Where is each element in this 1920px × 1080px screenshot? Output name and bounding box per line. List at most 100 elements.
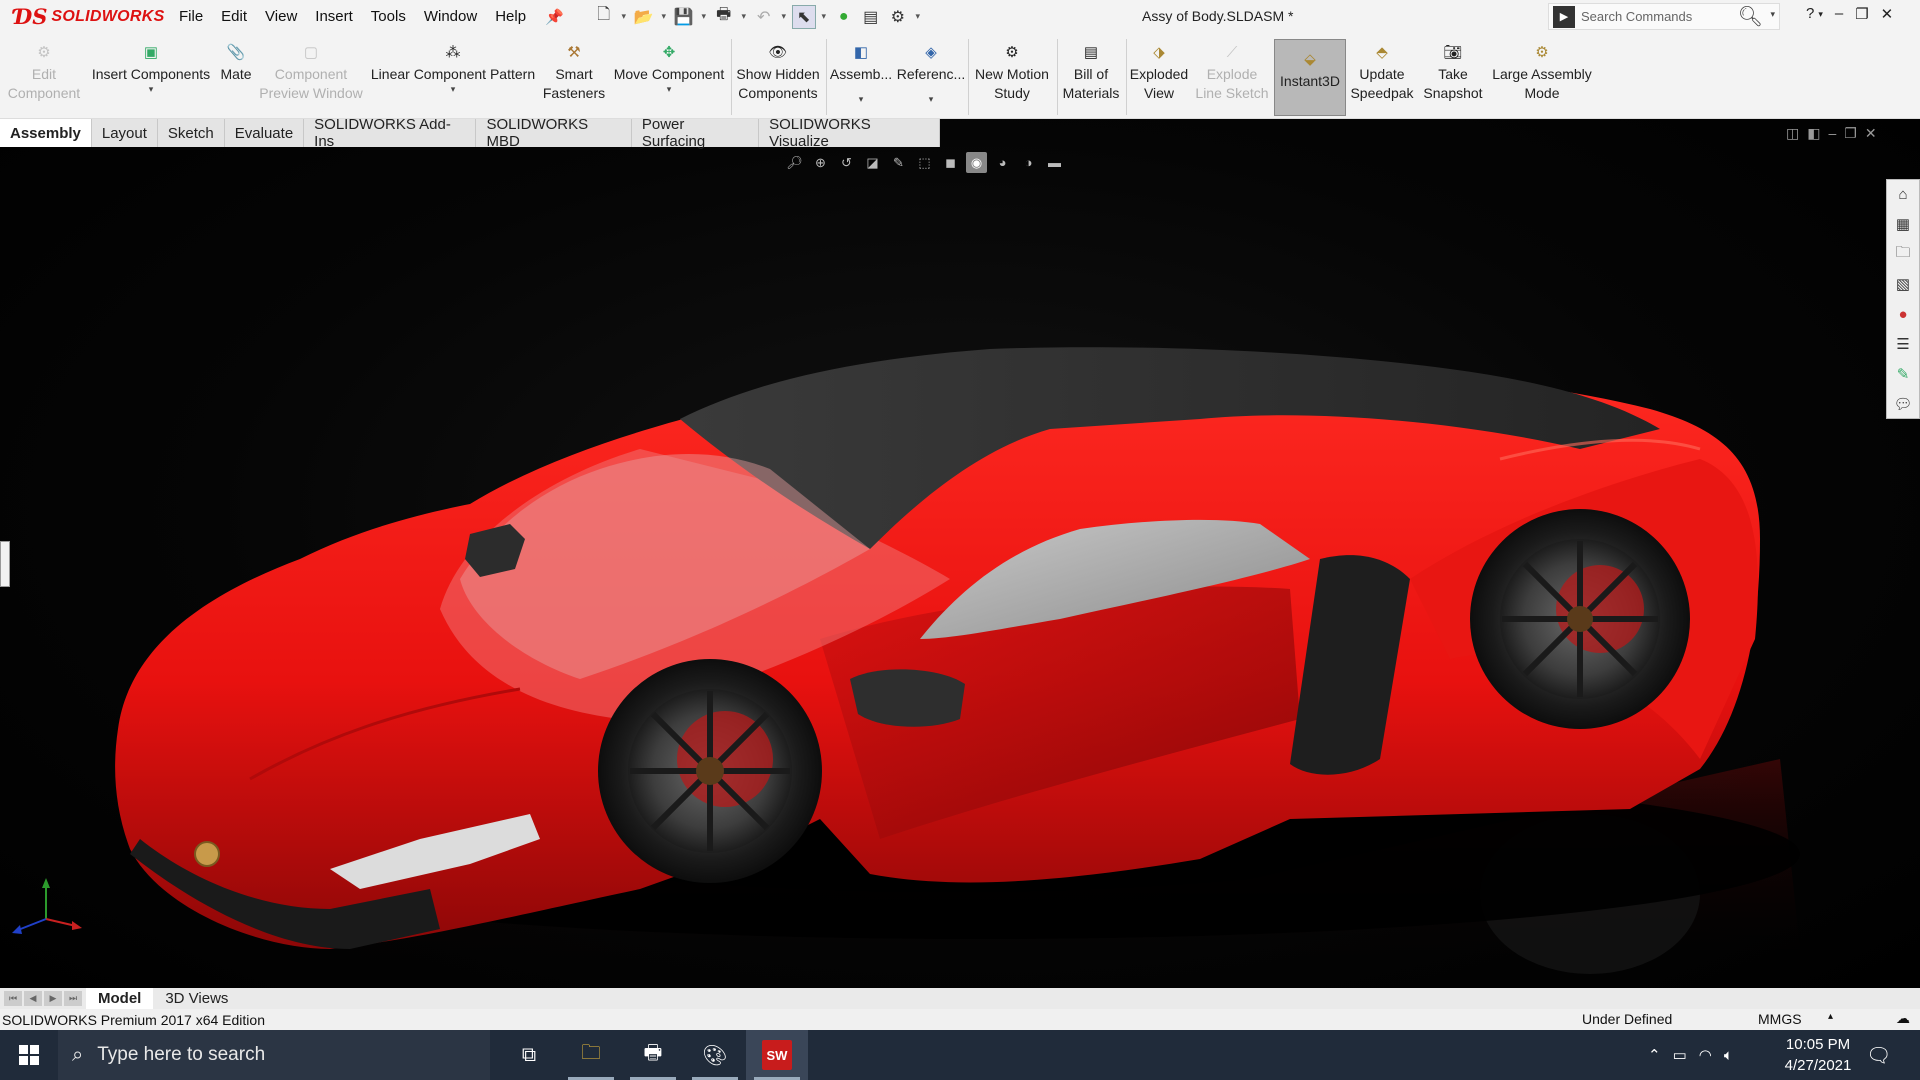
save-icon[interactable]: 💾 xyxy=(672,5,696,29)
volume-icon[interactable]: 🔈︎ xyxy=(1724,1047,1733,1064)
undo-dropdown[interactable]: ▾ xyxy=(779,11,789,22)
taskbar-clock[interactable]: 10:05 PM 4/27/2021 xyxy=(1778,1034,1858,1076)
solidworks-logo[interactable]: ƊS SOLIDWORKS xyxy=(0,0,164,33)
solidworks-badge: SW xyxy=(762,1040,792,1070)
reference-geometry-dropdown[interactable]: ▾ xyxy=(929,94,934,104)
first-tab-icon[interactable]: ⏮ xyxy=(4,991,22,1006)
component-preview-label: Component Preview Window xyxy=(259,66,363,101)
bill-of-materials-label: Bill of Materials xyxy=(1062,66,1120,101)
prev-tab-icon[interactable]: ◀ xyxy=(24,991,42,1006)
undo-icon[interactable]: ↶ xyxy=(752,5,776,29)
help-icon[interactable]: ? xyxy=(1806,5,1814,23)
bill-of-materials-button[interactable]: ▤ Bill of Materials xyxy=(1058,33,1124,119)
take-snapshot-button[interactable]: 📷︎ Take Snapshot xyxy=(1418,33,1488,119)
new-motion-study-button[interactable]: ⚙ New Motion Study xyxy=(970,33,1054,119)
taskbar-search-input[interactable]: Type here to search xyxy=(97,1044,265,1066)
rebuild-status-icon[interactable]: ☁ xyxy=(1896,1010,1910,1027)
save-dropdown[interactable]: ▾ xyxy=(699,11,709,22)
motion-study-icon: ⚙ xyxy=(1005,43,1019,61)
insert-components-dropdown[interactable]: ▾ xyxy=(149,84,154,94)
menu-file[interactable]: File xyxy=(170,8,212,25)
assembly-features-button[interactable]: ◧ Assemb... ▾ xyxy=(830,33,892,119)
explode-line-sketch-icon: ⟋ xyxy=(1226,43,1238,61)
unit-system[interactable]: MMGS xyxy=(1758,1011,1802,1027)
explode-line-sketch-button[interactable]: ⟋ Explode Line Sketch xyxy=(1192,33,1272,119)
file-explorer-icon[interactable]: 🗀 xyxy=(560,1030,622,1080)
print-dropdown[interactable]: ▾ xyxy=(739,11,749,22)
select-pointer-icon[interactable]: ⬉ xyxy=(791,4,816,29)
search-input[interactable]: Search Commands xyxy=(1581,9,1692,24)
insert-components-button[interactable]: ▣ Insert Components ▾ xyxy=(88,33,214,119)
graphics-area[interactable]: Assembly Layout Sketch Evaluate SOLIDWOR… xyxy=(0,119,1920,988)
tab-model[interactable]: Model xyxy=(86,988,154,1009)
printer-app-icon[interactable]: 🖶 xyxy=(622,1030,684,1080)
edition-label: SOLIDWORKS Premium 2017 x64 Edition xyxy=(2,1011,265,1028)
toolbar-separator xyxy=(968,39,969,115)
restore-icon[interactable]: ❐ xyxy=(1855,5,1868,23)
component-preview-window-button[interactable]: ▢ Component Preview Window xyxy=(258,33,364,119)
windows-taskbar: ⌕ Type here to search ⧉ 🗀 🖶 🎨︎ SW ⌃ ▭ ◠ … xyxy=(0,1030,1920,1080)
close-icon[interactable]: ✕ xyxy=(1881,5,1894,23)
edit-component-button[interactable]: ⚙ Edit Component xyxy=(4,33,84,119)
file-properties-icon[interactable]: ▤ xyxy=(859,5,883,29)
mate-button[interactable]: 📎 Mate xyxy=(214,33,258,119)
rear-wheel xyxy=(1470,509,1690,729)
move-component-button[interactable]: ✥ Move Component ▾ xyxy=(610,33,728,119)
rebuild-icon[interactable]: ● xyxy=(832,5,856,29)
large-assembly-mode-button[interactable]: ⚙ Large Assembly Mode xyxy=(1490,33,1594,119)
assembly-features-dropdown[interactable]: ▾ xyxy=(859,94,864,104)
tab-3d-views[interactable]: 3D Views xyxy=(153,988,240,1009)
wifi-icon[interactable]: ◠ xyxy=(1699,1046,1712,1064)
linear-pattern-label: Linear Component Pattern xyxy=(370,66,536,82)
battery-icon[interactable]: ▭ xyxy=(1673,1046,1687,1064)
minimize-icon[interactable]: – xyxy=(1835,5,1843,23)
solidworks-taskbar-icon[interactable]: SW xyxy=(746,1030,808,1080)
menu-view[interactable]: View xyxy=(256,8,306,25)
menu-help[interactable]: Help xyxy=(486,8,535,25)
front-wheel xyxy=(598,659,822,883)
assembly-features-label: Assemb... xyxy=(829,66,893,82)
speedpak-icon: ⬘ xyxy=(1376,43,1388,61)
select-dropdown[interactable]: ▾ xyxy=(819,11,829,22)
update-speedpak-button[interactable]: ⬘ Update Speedpak xyxy=(1348,33,1416,119)
search-icon[interactable]: 🔍︎ xyxy=(1738,4,1763,29)
car-3d-model[interactable] xyxy=(0,119,1920,988)
print-icon[interactable]: 🖶 xyxy=(712,5,736,29)
menu-window[interactable]: Window xyxy=(415,8,486,25)
search-commands[interactable]: ▶ Search Commands 🔍︎ ▾ xyxy=(1548,3,1780,30)
menu-tools[interactable]: Tools xyxy=(362,8,415,25)
clock-date: 4/27/2021 xyxy=(1784,1057,1852,1074)
reference-geometry-icon: ◈ xyxy=(925,43,937,61)
model-tabs-bar: ⏮ ◀ ▶ ⏭ Model 3D Views xyxy=(0,988,1920,1009)
options-gear-icon[interactable]: ⚙ xyxy=(886,5,910,29)
pin-icon[interactable]: 📌 xyxy=(545,8,564,26)
open-folder-icon[interactable]: 📂 xyxy=(632,5,656,29)
exploded-view-button[interactable]: ⬗ Exploded View xyxy=(1128,33,1190,119)
new-document-icon[interactable]: 🗋 xyxy=(592,5,616,29)
linear-component-pattern-button[interactable]: ⁂ Linear Component Pattern ▾ xyxy=(368,33,538,119)
reference-geometry-button[interactable]: ◈ Referenc... ▾ xyxy=(896,33,966,119)
search-mode-icon[interactable]: ▶ xyxy=(1553,5,1575,28)
search-dropdown-icon[interactable]: ▾ xyxy=(1770,9,1775,20)
show-hidden-components-button[interactable]: 👁 Show Hidden Components xyxy=(734,33,822,119)
next-tab-icon[interactable]: ▶ xyxy=(44,991,62,1006)
show-hidden-icons-icon[interactable]: ⌃ xyxy=(1648,1046,1661,1064)
menu-edit[interactable]: Edit xyxy=(212,8,256,25)
open-dropdown[interactable]: ▾ xyxy=(659,11,669,22)
taskbar-search[interactable]: ⌕ Type here to search xyxy=(58,1030,490,1080)
menu-insert[interactable]: Insert xyxy=(306,8,362,25)
task-view-icon[interactable]: ⧉ xyxy=(498,1030,560,1080)
smart-fasteners-button[interactable]: ⚒ Smart Fasteners xyxy=(542,33,606,119)
instant3d-button[interactable]: ⬙ Instant3D xyxy=(1274,39,1346,116)
notification-center-icon[interactable]: 🗨︎ xyxy=(1866,1043,1891,1068)
linear-pattern-dropdown[interactable]: ▾ xyxy=(451,84,456,94)
move-component-dropdown[interactable]: ▾ xyxy=(667,84,672,94)
options-dropdown[interactable]: ▾ xyxy=(913,11,923,22)
help-dropdown-icon[interactable]: ▾ xyxy=(1818,9,1823,23)
menu-bar: File Edit View Insert Tools Window Help xyxy=(170,8,535,25)
paint-app-icon[interactable]: 🎨︎ xyxy=(684,1030,746,1080)
windows-start-icon[interactable] xyxy=(0,1030,58,1080)
units-dropdown-icon[interactable]: ▴ xyxy=(1828,1011,1833,1022)
last-tab-icon[interactable]: ⏭ xyxy=(64,991,82,1006)
new-dropdown[interactable]: ▾ xyxy=(619,11,629,22)
